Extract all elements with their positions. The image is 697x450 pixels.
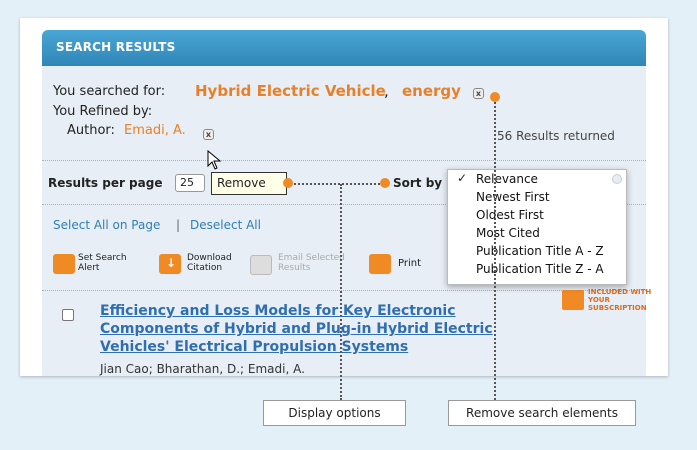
per-page-select[interactable]: 25 bbox=[175, 174, 205, 192]
deselect-all-link[interactable]: Deselect All bbox=[190, 218, 261, 232]
author-value: Emadi, A. bbox=[124, 123, 186, 138]
print-icon[interactable] bbox=[369, 254, 391, 274]
remove-tooltip: Remove bbox=[211, 172, 287, 195]
annotation-line bbox=[494, 102, 496, 400]
annotation-line bbox=[294, 183, 380, 185]
selected-check-icon: ✓ bbox=[457, 171, 468, 185]
sort-option[interactable]: Oldest First bbox=[476, 208, 544, 222]
result-checkbox[interactable] bbox=[62, 309, 74, 321]
remove-term-button[interactable]: x bbox=[473, 88, 484, 99]
remove-author-button[interactable]: x bbox=[203, 129, 214, 140]
results-count: 56 Results returned bbox=[497, 129, 615, 143]
sort-label: Sort by bbox=[393, 176, 443, 190]
sort-option[interactable]: Most Cited bbox=[476, 226, 540, 240]
panel-title: SEARCH RESULTS bbox=[56, 40, 176, 54]
divider bbox=[42, 290, 646, 291]
badge-text: INCLUDED WITH YOUR SUBSCRIPTION bbox=[588, 288, 652, 312]
download-label-2[interactable]: Citation bbox=[187, 264, 222, 273]
remove-elements-callout: Remove search elements bbox=[448, 400, 636, 426]
author-label: Author: bbox=[67, 123, 115, 138]
download-icon[interactable]: ↓ bbox=[159, 254, 181, 274]
sort-option[interactable]: Newest First bbox=[476, 190, 550, 204]
search-term-2: energy bbox=[402, 82, 461, 100]
set-alert-label-2[interactable]: Alert bbox=[78, 264, 99, 273]
checkmark-icon bbox=[562, 290, 584, 310]
email-label-1[interactable]: Email Selected bbox=[278, 254, 345, 263]
annotation-line bbox=[340, 184, 342, 400]
mouse-cursor-icon bbox=[207, 150, 222, 170]
search-term-1: Hybrid Electric Vehicle bbox=[195, 82, 386, 100]
sort-dropdown[interactable]: ✓ Relevance Newest First Oldest First Mo… bbox=[447, 169, 627, 285]
per-page-value: 25 bbox=[180, 176, 194, 189]
panel-header: SEARCH RESULTS bbox=[42, 30, 646, 66]
sort-option[interactable]: Relevance bbox=[476, 172, 538, 186]
set-alert-label-1[interactable]: Set Search bbox=[78, 254, 127, 263]
dropdown-arrow[interactable] bbox=[612, 174, 622, 184]
tooltip-text: Remove bbox=[217, 176, 266, 190]
result-title[interactable]: Efficiency and Loss Models for Key Elect… bbox=[100, 302, 520, 356]
annotation-dot bbox=[490, 92, 500, 102]
email-label-2[interactable]: Results bbox=[278, 264, 311, 273]
subscription-badge: INCLUDED WITH YOUR SUBSCRIPTION bbox=[562, 288, 652, 322]
annotation-dot bbox=[283, 178, 293, 188]
print-label[interactable]: Print bbox=[398, 259, 421, 269]
you-searched-label: You searched for: bbox=[53, 84, 166, 99]
email-icon[interactable] bbox=[250, 255, 272, 275]
divider bbox=[42, 160, 646, 161]
display-options-callout: Display options bbox=[263, 400, 406, 426]
refined-by-label: You Refined by: bbox=[53, 104, 153, 119]
select-all-link[interactable]: Select All on Page bbox=[53, 218, 160, 232]
annotation-dot bbox=[380, 178, 390, 188]
alert-icon[interactable] bbox=[53, 254, 75, 274]
download-label-1[interactable]: Download bbox=[187, 254, 232, 263]
per-page-label: Results per page bbox=[48, 176, 163, 190]
term-separator: , bbox=[384, 82, 389, 100]
link-divider: | bbox=[176, 218, 181, 232]
result-authors: Jian Cao; Bharathan, D.; Emadi, A. bbox=[100, 362, 305, 376]
